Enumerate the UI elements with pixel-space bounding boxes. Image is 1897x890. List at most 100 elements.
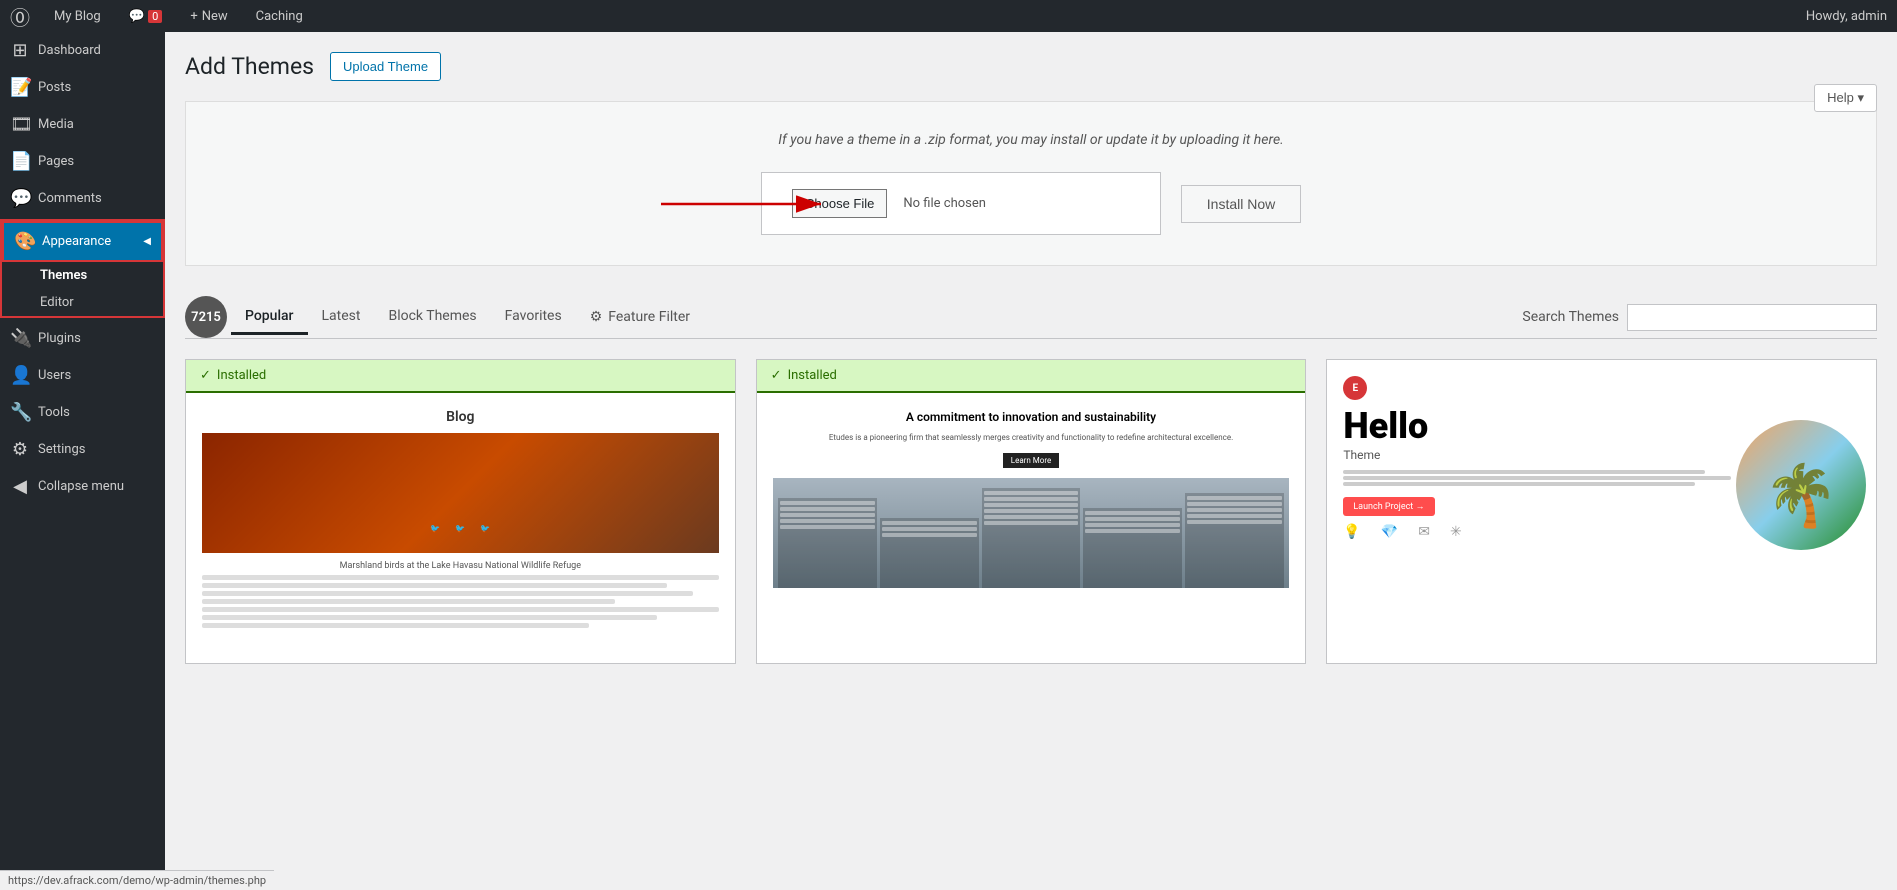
sidebar-label-media: Media — [38, 117, 74, 132]
tab-favorites[interactable]: Favorites — [491, 300, 576, 335]
tabs-bar: 7215 Popular Latest Block Themes Favorit… — [185, 296, 1877, 339]
sidebar-item-dashboard[interactable]: ⊞ Dashboard — [0, 32, 165, 69]
tab-latest[interactable]: Latest — [308, 300, 375, 335]
blog-image: 🐦 🐦 🐦 — [202, 433, 719, 553]
tab-feature-filter[interactable]: ⚙ Feature Filter — [576, 301, 704, 333]
tab-block-themes[interactable]: Block Themes — [374, 300, 490, 335]
plugins-icon: 🔌 — [10, 328, 30, 349]
blog-preview: Blog 🐦 🐦 🐦 Marshland birds at the Lake H… — [186, 393, 735, 663]
etudes-headline: A commitment to innovation and sustainab… — [773, 409, 1290, 426]
text-line-2 — [202, 583, 667, 588]
sidebar-label-appearance: Appearance — [42, 234, 111, 249]
tab-latest-label: Latest — [322, 308, 361, 324]
hello-launch-btn[interactable]: Launch Project → — [1343, 497, 1434, 516]
appearance-section: 🎨 Appearance ◀ Themes Editor — [0, 219, 165, 318]
upload-theme-label: Upload Theme — [343, 59, 428, 74]
theme-card-etudes[interactable]: ✓ Installed A commitment to innovation a… — [756, 359, 1307, 664]
etudes-preview: A commitment to innovation and sustainab… — [757, 393, 1306, 663]
sidebar-label-comments: Comments — [38, 191, 102, 206]
collapse-icon: ◀ — [10, 476, 30, 497]
main-content: Help ▾ Add Themes Upload Theme If you ha… — [165, 32, 1897, 890]
theme-card-blog[interactable]: ✓ Installed Blog 🐦 🐦 🐦 — [185, 359, 736, 664]
appearance-icon: 🎨 — [14, 231, 34, 252]
sidebar-subitem-themes[interactable]: Themes — [2, 262, 163, 289]
checkmark-icon-etudes: ✓ — [771, 368, 782, 383]
upload-theme-button[interactable]: Upload Theme — [330, 52, 441, 81]
site-name[interactable]: My Blog — [46, 9, 109, 24]
install-now-button[interactable]: Install Now — [1181, 185, 1301, 223]
tab-popular-label: Popular — [245, 308, 294, 324]
pages-icon: 📄 — [10, 151, 30, 172]
admin-bar: ⓪ My Blog 💬 0 + New Caching Howdy, admin — [0, 0, 1897, 32]
blog-title: Blog — [202, 409, 719, 425]
diamond-icon: 💎 — [1381, 524, 1398, 540]
howdy-text: Howdy, admin — [1806, 9, 1887, 24]
sidebar-item-appearance[interactable]: 🎨 Appearance ◀ — [2, 221, 163, 262]
sidebar-item-collapse[interactable]: ◀ Collapse menu — [0, 468, 165, 505]
tab-feature-filter-label: Feature Filter — [608, 309, 690, 325]
send-icon: ✉ — [1418, 524, 1430, 540]
no-file-text: No file chosen — [903, 196, 986, 211]
editor-label: Editor — [40, 295, 74, 310]
install-now-label: Install Now — [1207, 196, 1275, 212]
sidebar-subitem-editor[interactable]: Editor — [2, 289, 163, 316]
media-icon: 🎞 — [10, 114, 30, 135]
users-icon: 👤 — [10, 365, 30, 386]
bird-silhouettes: 🐦 🐦 🐦 — [202, 524, 719, 533]
wp-logo-icon[interactable]: ⓪ — [10, 2, 30, 31]
hello-badge-letter: E — [1353, 383, 1359, 394]
bird-3: 🐦 — [480, 524, 490, 533]
installed-banner-blog: ✓ Installed — [186, 360, 735, 393]
page-header: Add Themes Upload Theme — [185, 52, 1877, 81]
building-details — [773, 488, 1290, 588]
theme-card-hello[interactable]: E Hello Theme Launch Project → — [1326, 359, 1877, 664]
bird-2: 🐦 — [455, 524, 465, 533]
sidebar-item-settings[interactable]: ⚙ Settings — [0, 431, 165, 468]
dashboard-icon: ⊞ — [10, 40, 30, 61]
sidebar-item-media[interactable]: 🎞 Media — [0, 106, 165, 143]
upload-form-row: Choose File No file chosen Install Now — [206, 172, 1856, 235]
sidebar-item-tools[interactable]: 🔧 Tools — [0, 394, 165, 431]
upload-section: If you have a theme in a .zip format, yo… — [185, 101, 1877, 266]
hello-text-3 — [1343, 482, 1694, 486]
search-themes-input[interactable] — [1627, 304, 1877, 331]
comments-icon[interactable]: 💬 0 — [121, 9, 171, 24]
themes-grid: ✓ Installed Blog 🐦 🐦 🐦 — [185, 359, 1877, 664]
settings-icon: ⚙ — [10, 439, 30, 460]
sidebar-label-plugins: Plugins — [38, 331, 81, 346]
posts-icon: 📝 — [10, 77, 30, 98]
building-col-5 — [1185, 493, 1284, 588]
installed-banner-etudes: ✓ Installed — [757, 360, 1306, 393]
checkmark-icon: ✓ — [200, 368, 211, 383]
asterisk-icon: ✳ — [1450, 524, 1462, 540]
sidebar-item-plugins[interactable]: 🔌 Plugins — [0, 320, 165, 357]
tab-popular[interactable]: Popular — [231, 300, 308, 335]
caching-btn[interactable]: Caching — [248, 9, 311, 24]
upload-description: If you have a theme in a .zip format, yo… — [206, 132, 1856, 148]
blog-caption: Marshland birds at the Lake Havasu Natio… — [202, 561, 719, 571]
lightbulb-icon: 💡 — [1343, 524, 1360, 540]
hello-circle-image: 🌴 — [1736, 420, 1866, 550]
sidebar-item-comments[interactable]: 💬 Comments — [0, 180, 165, 217]
red-arrow — [661, 184, 841, 224]
hello-preview: E Hello Theme Launch Project → — [1327, 360, 1876, 640]
tab-favorites-label: Favorites — [505, 308, 562, 324]
gear-icon: ⚙ — [590, 309, 603, 325]
sidebar-item-pages[interactable]: 📄 Pages — [0, 143, 165, 180]
etudes-building-image — [773, 478, 1290, 588]
theme-count-badge: 7215 — [185, 296, 227, 338]
search-themes-label: Search Themes — [1522, 309, 1619, 325]
building-col-1 — [778, 498, 877, 588]
new-content-btn[interactable]: + New — [182, 9, 235, 24]
help-button[interactable]: Help ▾ — [1814, 84, 1877, 112]
sidebar-label-tools: Tools — [38, 405, 70, 420]
hello-badge: E — [1343, 376, 1367, 400]
url-text: https://dev.afrack.com/demo/wp-admin/the… — [165, 874, 266, 887]
sidebar-item-users[interactable]: 👤 Users — [0, 357, 165, 394]
installed-label-blog: Installed — [217, 368, 266, 383]
plus-icon: + — [190, 9, 197, 24]
sidebar-item-posts[interactable]: 📝 Posts — [0, 69, 165, 106]
sidebar: ⊞ Dashboard 📝 Posts 🎞 Media 📄 Pages 💬 Co… — [0, 32, 165, 890]
building-col-4 — [1083, 508, 1182, 588]
text-line-6 — [202, 615, 657, 620]
